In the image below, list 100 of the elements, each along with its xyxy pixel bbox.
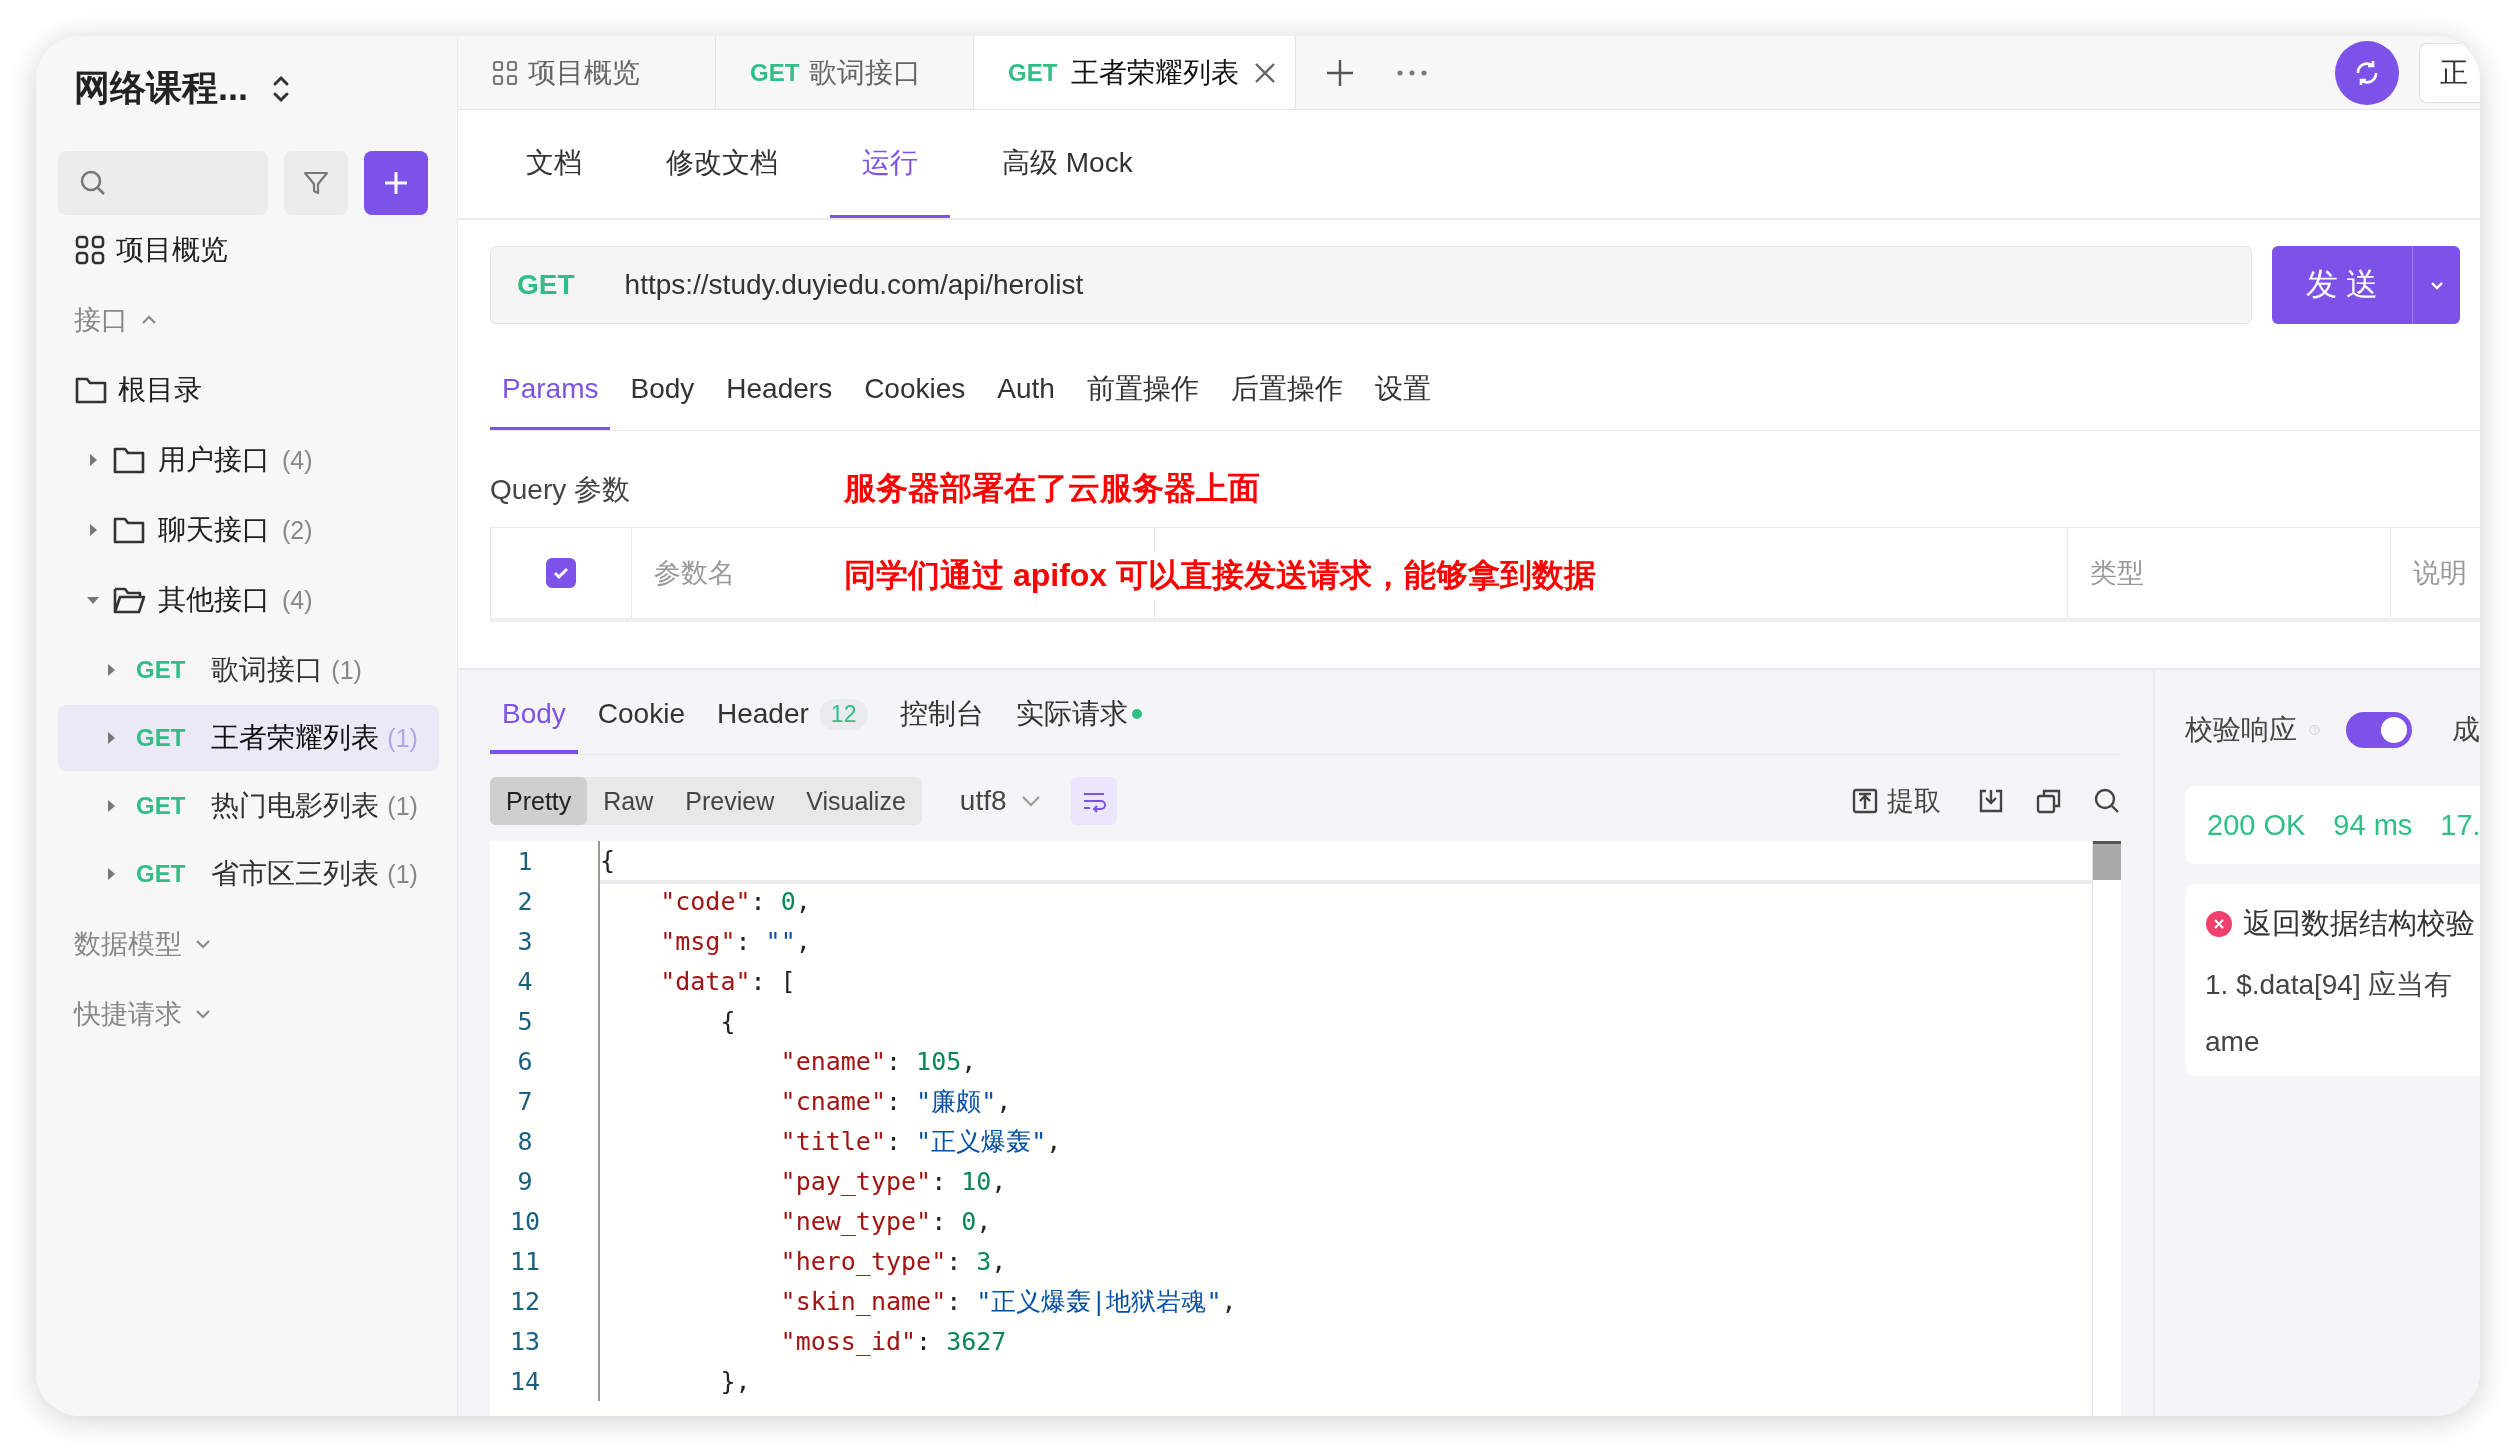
line-number: 11: [508, 1246, 542, 1276]
search-icon[interactable]: [2093, 787, 2121, 815]
view-tab[interactable]: 高级 Mock: [970, 110, 1165, 218]
column-header: 说明: [2413, 557, 2467, 590]
line-number: 5: [516, 1006, 534, 1036]
view-mode-option[interactable]: Preview: [669, 777, 791, 825]
environment-select[interactable]: 正: [2419, 42, 2480, 103]
result-label: 成: [2452, 713, 2480, 747]
response-tab[interactable]: Header 12: [705, 678, 881, 754]
add-button[interactable]: [364, 151, 428, 215]
line-number: 6: [516, 1046, 534, 1076]
folder-icon: [112, 515, 146, 545]
caret-icon: [1020, 794, 1041, 808]
line-number: 10: [508, 1206, 542, 1236]
folder-icon: [74, 375, 108, 405]
error-text: ame: [2205, 1026, 2261, 1058]
project-title[interactable]: 网络课程...: [74, 64, 248, 113]
item-count: (1): [331, 655, 362, 685]
count-badge: 12: [818, 698, 869, 730]
filter-button[interactable]: [284, 151, 348, 215]
view-mode-option[interactable]: Raw: [587, 777, 670, 825]
tab-label: 歌词接口: [809, 55, 922, 90]
response-tab[interactable]: Body: [490, 678, 578, 754]
folder-label[interactable]: 用户接口: [158, 441, 270, 479]
item-count: (2): [282, 515, 313, 545]
upload-box-icon: [1851, 787, 1879, 815]
scrollbar-thumb[interactable]: [2093, 841, 2121, 880]
api-item[interactable]: GET 省市区三列表 (1): [58, 841, 439, 907]
column-header: 参数名: [654, 557, 735, 590]
param-tab[interactable]: 设置: [1362, 350, 1443, 430]
line-number: 14: [508, 1366, 542, 1396]
tab-label: 项目概览: [528, 55, 640, 90]
api-label: 省市区三列表: [211, 857, 380, 891]
param-tab[interactable]: Cookies: [852, 350, 978, 430]
api-item[interactable]: GET 歌词接口 (1): [58, 637, 439, 703]
tab-label: 王者荣耀列表: [1071, 55, 1240, 90]
method-tag: GET: [750, 58, 800, 87]
method-tag: GET: [1008, 58, 1058, 87]
param-tab[interactable]: Params: [490, 350, 611, 430]
search-field[interactable]: [58, 151, 268, 215]
section-label: Query 参数: [490, 473, 631, 507]
folder-icon: [112, 445, 146, 475]
line-number: 2: [516, 886, 534, 916]
view-mode-option[interactable]: Visualize: [790, 777, 922, 825]
more-icon[interactable]: [1396, 68, 1429, 77]
view-mode-option[interactable]: Pretty: [490, 777, 588, 825]
close-icon[interactable]: [1253, 60, 1278, 85]
line-number: 8: [516, 1126, 534, 1156]
status-text: 200 OK: [2207, 808, 2306, 842]
validate-label: 校验响应: [2185, 713, 2297, 747]
param-tab[interactable]: Auth: [985, 350, 1067, 430]
checkbox[interactable]: [546, 558, 576, 588]
line-number: 4: [516, 966, 534, 996]
error-text: 1. $.data[94] 应当有: [2205, 968, 2454, 1002]
line-number: 7: [516, 1086, 534, 1116]
api-item[interactable]: GET 王者荣耀列表 (1): [58, 705, 439, 771]
param-tab[interactable]: 前置操作: [1074, 350, 1211, 430]
method-tag: GET: [136, 724, 186, 752]
item-count: (4): [282, 445, 313, 475]
send-button[interactable]: 发 送: [2272, 246, 2412, 324]
line-number: 3: [516, 926, 534, 956]
overview-item[interactable]: 项目概览: [58, 215, 439, 285]
extract-button[interactable]: 提取: [1845, 782, 1947, 820]
column-header: 类型: [2090, 557, 2144, 590]
toggle-switch[interactable]: [2346, 712, 2412, 748]
grid-icon: [492, 59, 518, 86]
url-field[interactable]: GET https://study.duyiedu.com/api/herolist: [490, 246, 2252, 324]
error-icon: [2205, 910, 2233, 938]
encoding-select[interactable]: utf8: [959, 785, 1041, 817]
view-tab[interactable]: 文档: [494, 110, 614, 218]
file-tab[interactable]: 项目概览: [458, 36, 716, 109]
response-tab[interactable]: 实际请求: [1004, 678, 1155, 754]
param-tab[interactable]: Body: [618, 350, 707, 430]
item-count: (1): [387, 791, 418, 821]
view-tab[interactable]: 修改文档: [634, 110, 810, 218]
method-tag: GET: [136, 860, 186, 888]
method-tag: GET: [136, 792, 186, 820]
copy-icon[interactable]: [2035, 787, 2063, 815]
item-count: (1): [387, 859, 418, 889]
item-count: (4): [282, 585, 313, 615]
file-tab[interactable]: GET 王者荣耀列表: [974, 36, 1297, 109]
param-tab[interactable]: Headers: [714, 350, 845, 430]
response-tab[interactable]: 控制台: [888, 678, 997, 754]
line-number: 13: [508, 1326, 542, 1356]
wrap-button[interactable]: [1070, 777, 1117, 825]
api-item[interactable]: GET 热门电影列表 (1): [58, 773, 439, 839]
method-tag: GET: [136, 656, 186, 684]
param-tab[interactable]: 后置操作: [1218, 350, 1355, 430]
status-text: 94 ms: [2333, 808, 2413, 842]
folder-icon: [112, 585, 146, 615]
response-tab[interactable]: Cookie: [585, 678, 697, 754]
line-number: 12: [508, 1286, 542, 1316]
view-tab[interactable]: 运行: [830, 110, 950, 218]
line-number: 9: [516, 1166, 534, 1196]
folder-label[interactable]: 根目录: [118, 371, 202, 409]
line-number: 1: [516, 846, 534, 876]
download-icon[interactable]: [1977, 787, 2005, 815]
api-label: 歌词接口: [211, 653, 324, 687]
folder-label[interactable]: 聊天接口: [158, 511, 270, 549]
folder-label[interactable]: 其他接口: [158, 581, 270, 619]
